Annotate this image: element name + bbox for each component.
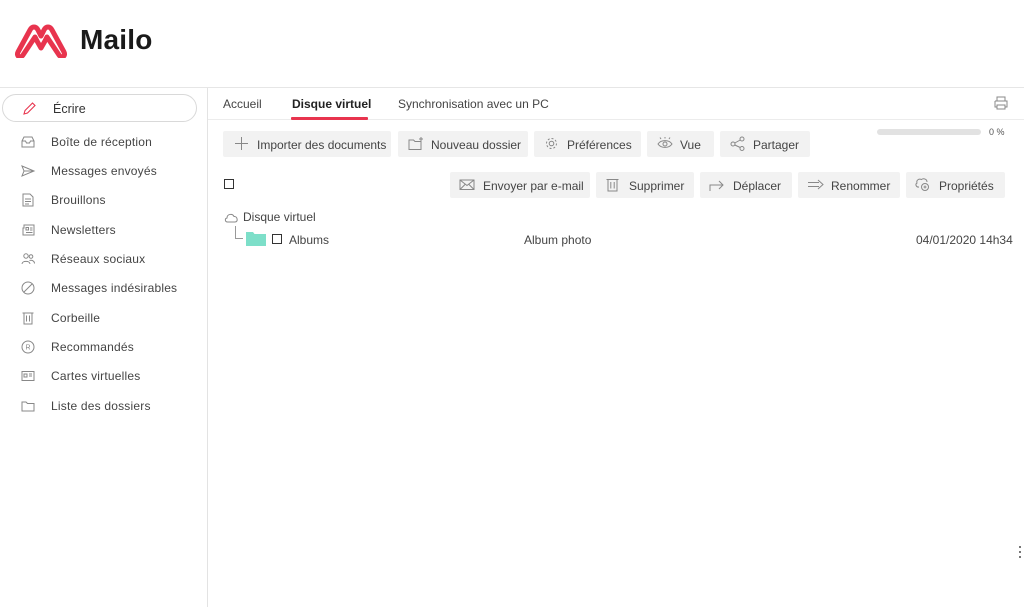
sidebar-item-spam[interactable]: Messages indésirables [0,276,207,300]
rename-label: Renommer [831,179,891,193]
move-button[interactable]: Déplacer [700,172,792,198]
delete-button[interactable]: Supprimer [596,172,694,198]
resize-handle[interactable] [1019,546,1022,560]
registered-icon: R [21,340,35,354]
people-icon [21,253,35,265]
folder-date: 04/01/2020 14h34 [916,233,1013,247]
sidebar-item-label: Liste des dossiers [51,399,151,413]
sidebar-item-registered[interactable]: R Recommandés [0,335,207,359]
import-documents-label: Importer des documents [257,138,387,152]
gear-icon [546,138,557,149]
sidebar-item-label: Cartes virtuelles [51,369,141,383]
block-icon [21,281,35,295]
print-icon[interactable] [993,95,1009,111]
trash-icon [22,312,34,325]
view-button[interactable]: Vue [647,131,714,157]
sidebar-item-newsletters[interactable]: Newsletters [0,218,207,242]
storage-progress-bar [877,129,981,135]
envelope-icon [459,179,475,190]
sidebar-item-trash[interactable]: Corbeille [0,306,207,330]
tab-bar: Accueil Disque virtuel Synchronisation a… [208,88,1024,120]
tree-root[interactable]: Disque virtuel [224,210,316,224]
mailo-logo-icon [15,24,67,58]
sidebar-item-inbox[interactable]: Boîte de réception [0,130,207,154]
delete-label: Supprimer [629,179,685,193]
import-documents-button[interactable]: Importer des documents [223,131,391,157]
active-tab-indicator [291,117,368,120]
cloud-icon [224,213,238,222]
rename-icon [808,179,824,190]
svg-text:R: R [25,345,30,352]
share-label: Partager [753,138,800,152]
trash-icon [606,179,619,192]
move-label: Déplacer [733,179,782,193]
properties-button[interactable]: Propriétés [906,172,1005,198]
select-all-checkbox[interactable] [224,179,234,189]
sidebar-item-label: Boîte de réception [51,135,153,149]
sidebar-item-cards[interactable]: Cartes virtuelles [0,364,207,388]
inbox-icon [21,136,35,148]
draft-icon [22,193,34,207]
tab-virtual-disk[interactable]: Disque virtuel [292,97,371,111]
sidebar-item-label: Recommandés [51,340,134,354]
eye-icon [657,137,673,148]
sidebar: Écrire Boîte de réception Messages envoy… [0,88,208,607]
card-icon [21,371,35,381]
sidebar-item-social[interactable]: Réseaux sociaux [0,247,207,271]
sidebar-item-drafts[interactable]: Brouillons [0,188,207,212]
email-button[interactable]: Envoyer par e-mail [450,172,590,198]
new-folder-button[interactable]: Nouveau dossier [398,131,528,157]
view-label: Vue [680,138,701,152]
preferences-button[interactable]: Préférences [534,131,641,157]
properties-label: Propriétés [939,179,994,193]
share-icon [730,136,745,151]
sidebar-item-label: Brouillons [51,193,106,207]
tree-connector [235,226,236,238]
row-checkbox[interactable] [272,234,282,244]
tab-home[interactable]: Accueil [223,97,262,111]
email-label: Envoyer par e-mail [483,179,584,193]
newsletter-icon [22,224,35,236]
new-folder-icon [408,137,423,150]
tree-root-label: Disque virtuel [243,210,316,224]
new-folder-label: Nouveau dossier [431,138,522,152]
tab-pc-sync[interactable]: Synchronisation avec un PC [398,97,549,111]
sidebar-item-label: Réseaux sociaux [51,252,146,266]
folder-name[interactable]: Albums [289,233,329,247]
sidebar-item-label: Corbeille [51,311,101,325]
sidebar-item-label: Newsletters [51,223,116,237]
preferences-label: Préférences [567,138,632,152]
plus-icon [235,137,248,150]
compose-button[interactable]: Écrire [2,94,197,122]
sidebar-item-label: Messages envoyés [51,164,157,178]
folder-type: Album photo [524,233,592,247]
folder-icon[interactable] [246,231,266,246]
share-button[interactable]: Partager [720,131,810,157]
sidebar-item-sent[interactable]: Messages envoyés [0,159,207,183]
move-arrow-icon [709,180,724,191]
sidebar-item-label: Messages indésirables [51,281,178,295]
app-name: Mailo [80,24,153,55]
properties-icon [915,178,929,191]
sidebar-item-folders[interactable]: Liste des dossiers [0,394,207,418]
pencil-icon [23,102,36,115]
tree-connector [235,238,243,239]
mailo-logo[interactable]: Mailo [12,22,153,58]
storage-percent: 0 % [989,127,1005,137]
compose-label: Écrire [53,102,86,116]
folder-icon [21,401,35,412]
rename-button[interactable]: Renommer [798,172,900,198]
send-icon [21,165,36,177]
